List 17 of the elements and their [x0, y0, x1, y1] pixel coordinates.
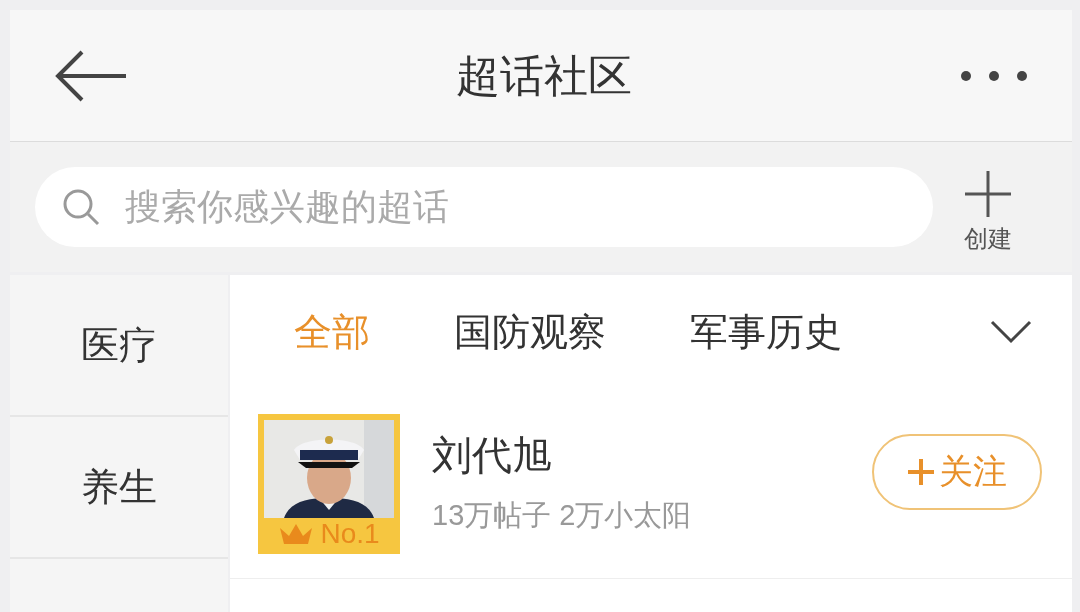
- search-field[interactable]: 搜索你感兴趣的超话: [35, 167, 933, 247]
- topic-stats: 13万帖子 2万小太阳: [432, 497, 693, 533]
- rank-label: No.1: [320, 519, 380, 548]
- search-icon: [61, 187, 101, 227]
- category-tab[interactable]: 军事历史: [690, 303, 842, 361]
- plus-icon: [907, 457, 935, 486]
- search-input[interactable]: 搜索你感兴趣的超话: [125, 180, 825, 234]
- category-tab[interactable]: 国防观察: [454, 303, 606, 361]
- page-title: 超话社区: [456, 49, 632, 102]
- create-button[interactable]: 创建: [963, 157, 1013, 257]
- category-item[interactable]: 养生: [81, 458, 157, 516]
- topic-name[interactable]: 刘代旭: [432, 429, 872, 480]
- back-icon[interactable]: [54, 48, 128, 103]
- category-item[interactable]: 医疗: [81, 316, 157, 374]
- more-icon[interactable]: [960, 69, 1028, 82]
- plus-icon: [963, 169, 1013, 219]
- chevron-down-icon[interactable]: [990, 320, 1032, 344]
